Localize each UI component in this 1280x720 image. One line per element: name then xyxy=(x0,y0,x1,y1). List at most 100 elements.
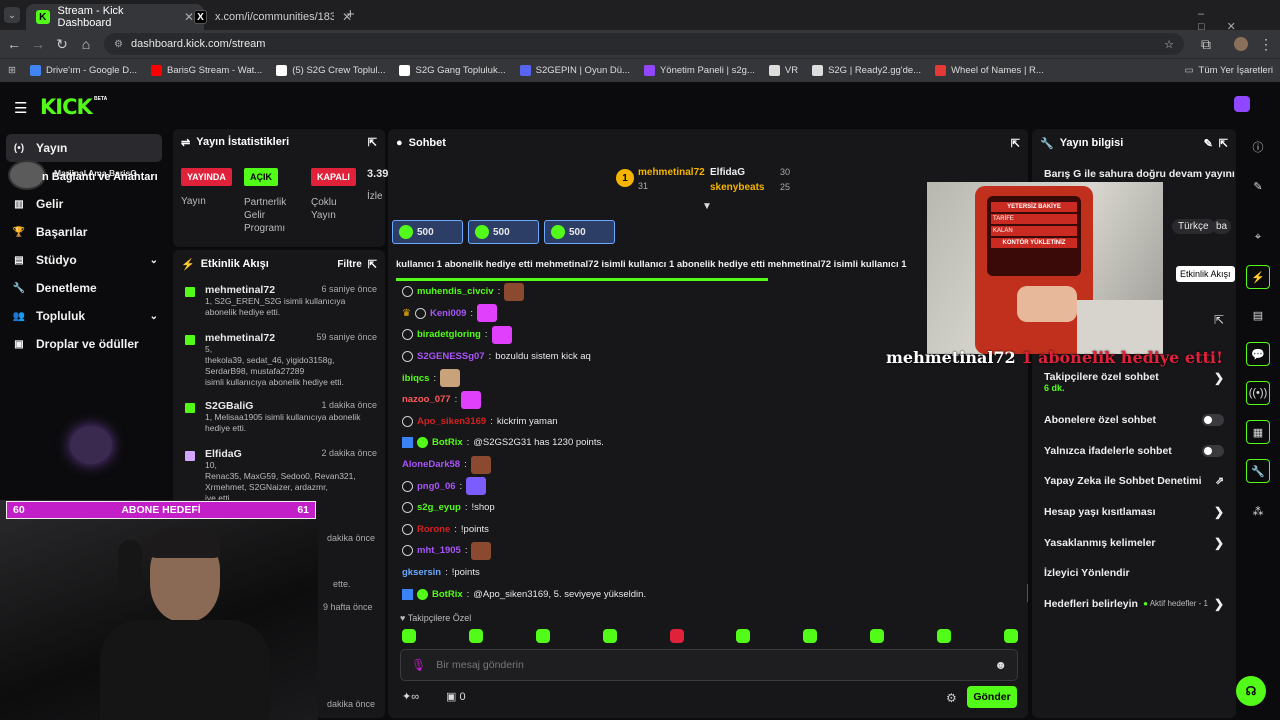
quick-emote-icon[interactable] xyxy=(468,629,483,643)
setting-row[interactable]: Yapay Zeka ile Sohbet Denetimi ⇗ xyxy=(1032,466,1236,497)
bookmark-item[interactable]: (5) S2G Crew Toplul... xyxy=(269,65,392,76)
hamburger-icon[interactable]: ☰ xyxy=(14,99,27,117)
activity-user[interactable]: mehmetinal72 xyxy=(205,284,275,296)
sparkle-infinity-icon[interactable]: ✦∞ xyxy=(402,690,419,703)
emoji-icon[interactable]: ☻ xyxy=(994,658,1007,672)
chat-username[interactable]: Apo_siken3169 xyxy=(417,416,486,427)
popout-icon[interactable]: ⇱ xyxy=(1214,313,1224,327)
toggle-switch[interactable] xyxy=(1202,444,1224,457)
chat-username[interactable]: png0_06 xyxy=(417,481,456,492)
chevron-right-icon[interactable]: ❯ xyxy=(1214,597,1224,611)
chat-username[interactable]: Keni009 xyxy=(430,308,466,319)
address-bar[interactable]: ⚙ dashboard.kick.com/stream ☆ xyxy=(104,33,1184,55)
support-headset-icon[interactable]: ☊ xyxy=(1236,676,1266,706)
layout-icon[interactable]: ▦ xyxy=(1246,420,1270,444)
chat-username[interactable]: mht_1905 xyxy=(417,545,461,556)
quick-emote-icon[interactable] xyxy=(803,629,818,643)
quick-emote-icon[interactable] xyxy=(736,629,751,643)
chat-username[interactable]: gksersin xyxy=(402,567,441,578)
nav-item-wrench[interactable]: 🔧 Denetleme xyxy=(0,274,170,302)
chat-input[interactable]: 🎙 Bir mesaj gönderin ☻ xyxy=(400,649,1018,681)
gift-card[interactable]: 500 xyxy=(468,220,539,244)
users-icon[interactable]: ⁂ xyxy=(1246,499,1270,523)
bookmark-item[interactable]: S2G Gang Topluluk... xyxy=(392,65,512,76)
tab-list-icon[interactable]: ⌄ xyxy=(4,7,20,23)
filter-button[interactable]: Filtre xyxy=(337,259,361,270)
nav-item-chart[interactable]: ▥ Gelir xyxy=(0,190,170,218)
activity-user[interactable]: mehmetinal72 xyxy=(205,332,275,344)
activity-feed-icon[interactable]: ⚡ xyxy=(1246,265,1270,289)
pencil-icon[interactable]: ✎ xyxy=(1246,174,1270,198)
bookmark-item[interactable]: VR xyxy=(762,65,805,76)
bookmark-item[interactable]: S2GEPIN | Oyun Dü... xyxy=(513,65,637,76)
leader-name[interactable]: mehmetinal72 xyxy=(638,167,705,178)
broadcast-waves-icon[interactable]: ((•)) xyxy=(1246,381,1270,405)
chat-username[interactable]: BotRix xyxy=(432,437,463,448)
quick-emote-icon[interactable] xyxy=(402,629,416,643)
leader-name[interactable]: ElfidaG xyxy=(710,167,745,178)
chat-username[interactable]: muhendis_civciv xyxy=(417,286,494,297)
chat-bubble-icon[interactable]: 💬 xyxy=(1246,342,1270,366)
forward-icon[interactable]: → xyxy=(26,36,50,52)
setting-row[interactable]: Abonelere özel sohbet xyxy=(1032,405,1236,436)
crop-icon[interactable]: ⌖ xyxy=(1246,225,1270,249)
quick-emote-icon[interactable] xyxy=(535,629,550,643)
nav-item-studio[interactable]: ▤ Stüdyo ⌄ xyxy=(0,246,170,274)
kick-logo[interactable]: KICK xyxy=(40,95,93,119)
chevron-right-icon[interactable]: ❯ xyxy=(1214,536,1224,550)
chat-username[interactable]: BotRix xyxy=(432,589,463,600)
back-icon[interactable]: ← xyxy=(2,36,26,52)
gift-card[interactable]: 500 xyxy=(544,220,615,244)
nav-item-trophy[interactable]: 🏆 Başarılar xyxy=(0,218,170,246)
extensions-icon[interactable]: ⧉ xyxy=(1194,36,1218,53)
bookmark-item[interactable]: BarisG Stream - Wat... xyxy=(144,65,269,76)
mic-icon[interactable]: 🎙 xyxy=(411,658,426,672)
setting-row[interactable]: Hedefleri belirleyin ● Aktif hedefler - 1… xyxy=(1032,589,1236,620)
home-icon[interactable]: ⌂ xyxy=(74,36,98,52)
setting-row[interactable]: İzleyici Yönlendir xyxy=(1032,558,1236,589)
quick-emote-icon[interactable] xyxy=(937,629,951,643)
apps-icon[interactable]: ⊞ xyxy=(0,65,23,76)
gift-card[interactable]: 500 xyxy=(392,220,463,244)
notes-icon[interactable]: ▤ xyxy=(1246,303,1270,327)
reload-icon[interactable]: ↻ xyxy=(50,36,74,53)
popout-icon[interactable]: ⇱ xyxy=(1011,137,1020,150)
site-info-icon[interactable]: ⚙ xyxy=(114,39,123,50)
setting-row[interactable]: Yasaklanmış kelimeler ❯ xyxy=(1032,527,1236,558)
points-display[interactable]: ▣ 0 xyxy=(446,690,466,703)
quick-emote-icon[interactable] xyxy=(1003,629,1018,643)
bookmark-item[interactable]: Wheel of Names | R... xyxy=(928,65,1051,76)
nav-item-broadcast[interactable]: (•) Yayın xyxy=(6,134,162,162)
chat-scrollbar[interactable] xyxy=(1027,584,1028,602)
chat-username[interactable]: nazoo_077 xyxy=(402,394,451,405)
chat-username[interactable]: s2g_eyup xyxy=(417,502,461,513)
quick-emote-icon[interactable] xyxy=(870,629,885,643)
quick-emote-icon[interactable] xyxy=(669,629,684,643)
new-tab-icon[interactable]: + xyxy=(346,6,355,23)
settings-gear-icon[interactable]: ⚙ xyxy=(946,691,957,705)
chevron-right-icon[interactable]: ❯ xyxy=(1214,371,1224,385)
bookmark-item[interactable]: Yönetim Paneli | s2g... xyxy=(637,65,762,76)
all-bookmarks[interactable]: ▭ Tüm Yer İşaretleri xyxy=(1178,65,1280,76)
setting-row[interactable]: Hesap yaşı kısıtlaması ❯ xyxy=(1032,497,1236,528)
tab-x-communities[interactable]: X x.com/i/communities/1835319... ✕ xyxy=(184,4,362,30)
setting-row[interactable]: Takipçilere özel sohbet 6 dk. ❯ xyxy=(1032,365,1236,405)
external-link-icon[interactable]: ⇗ xyxy=(1215,475,1224,487)
setting-row[interactable]: Yalnızca ifadelerle sohbet xyxy=(1032,436,1236,467)
popout-icon[interactable]: ⇱ xyxy=(368,136,377,149)
info-icon[interactable]: ⓘ xyxy=(1246,135,1270,159)
quick-emote-icon[interactable] xyxy=(602,629,617,643)
chevron-down-icon[interactable]: ⌄ xyxy=(150,255,158,266)
user-avatar[interactable] xyxy=(1234,96,1250,112)
popout-icon[interactable]: ⇱ xyxy=(368,258,377,271)
nav-item-community[interactable]: 👥 Topluluk ⌄ xyxy=(0,302,170,330)
bookmark-item[interactable]: S2G | Ready2.gg'de... xyxy=(805,65,928,76)
edit-pencil-icon[interactable]: ✎ xyxy=(1204,137,1213,150)
chat-username[interactable]: S2GENESSg07 xyxy=(417,351,485,362)
nav-item-drops[interactable]: ▣ Droplar ve ödüller xyxy=(0,330,170,358)
leader-name[interactable]: skenybeats xyxy=(710,182,764,193)
menu-icon[interactable]: ⋮ xyxy=(1254,36,1278,53)
wrench-icon[interactable]: 🔧 xyxy=(1246,459,1270,483)
activity-user[interactable]: S2GBaliG xyxy=(205,400,253,412)
star-icon[interactable]: ☆ xyxy=(1164,38,1174,51)
